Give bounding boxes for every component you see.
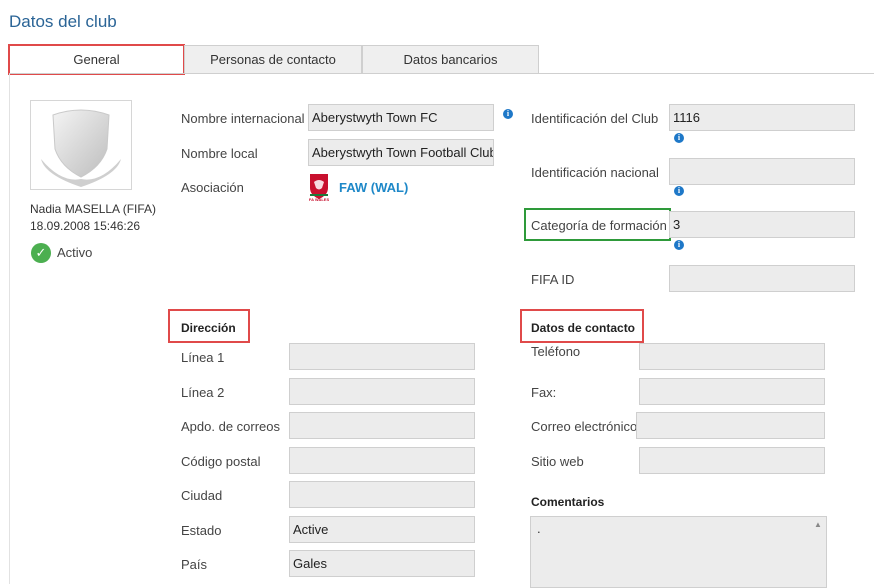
training-category-label: Categoría de formación bbox=[531, 218, 667, 233]
tab-general[interactable]: General bbox=[9, 45, 184, 74]
panel-border bbox=[9, 74, 10, 584]
address-line2-label: Línea 2 bbox=[181, 385, 225, 400]
address-line1-label: Línea 1 bbox=[181, 350, 225, 365]
club-id-field[interactable]: 1116 bbox=[669, 104, 855, 131]
association-label: Asociación bbox=[181, 180, 244, 195]
email-field[interactable] bbox=[636, 412, 825, 439]
tab-contact-persons[interactable]: Personas de contacto bbox=[184, 45, 362, 74]
contact-section-title: Datos de contacto bbox=[531, 321, 636, 335]
fifa-id-field[interactable] bbox=[669, 265, 855, 292]
tab-bank-data-label: Datos bancarios bbox=[403, 52, 498, 67]
tab-general-label: General bbox=[73, 52, 120, 67]
local-name-label: Nombre local bbox=[181, 146, 258, 161]
address-line1-field[interactable] bbox=[289, 343, 475, 370]
info-icon[interactable]: i bbox=[674, 133, 684, 143]
info-icon[interactable]: i bbox=[674, 240, 684, 250]
shield-icon bbox=[41, 109, 121, 187]
fax-label: Fax: bbox=[531, 385, 557, 400]
club-id-label: Identificación del Club bbox=[531, 111, 659, 126]
country-field[interactable]: Gales bbox=[289, 550, 475, 577]
city-field[interactable] bbox=[289, 481, 475, 508]
country-label: País bbox=[181, 557, 208, 572]
international-name-label: Nombre internacional bbox=[181, 111, 305, 126]
scroll-up-arrow-icon[interactable]: ▲ bbox=[811, 518, 825, 532]
postal-code-label: Código postal bbox=[181, 454, 261, 469]
info-icon[interactable]: i bbox=[674, 186, 684, 196]
website-field[interactable] bbox=[639, 447, 825, 474]
tab-bar-divider bbox=[9, 73, 874, 74]
state-field[interactable]: Active bbox=[289, 516, 475, 543]
address-line2-field[interactable] bbox=[289, 378, 475, 405]
comments-value: . bbox=[537, 521, 541, 536]
city-label: Ciudad bbox=[181, 488, 223, 503]
postal-code-field[interactable] bbox=[289, 447, 475, 474]
status-label: Activo bbox=[57, 245, 93, 260]
page-title: Datos del club bbox=[9, 12, 117, 31]
national-id-label: Identificación nacional bbox=[531, 165, 659, 180]
comments-textarea[interactable]: . ▲ bbox=[530, 516, 827, 588]
po-box-field[interactable] bbox=[289, 412, 475, 439]
association-logo-caption: FA WALES bbox=[308, 197, 330, 202]
checkmark-icon: ✓ bbox=[31, 243, 51, 263]
fax-field[interactable] bbox=[639, 378, 825, 405]
international-name-field[interactable]: Aberystwyth Town FC bbox=[308, 104, 494, 131]
phone-field[interactable] bbox=[639, 343, 825, 370]
tab-contact-persons-label: Personas de contacto bbox=[210, 52, 336, 67]
phone-label: Teléfono bbox=[531, 344, 581, 359]
comments-label: Comentarios bbox=[531, 495, 605, 509]
address-section-title: Dirección bbox=[181, 321, 236, 335]
modified-at: 18.09.2008 15:46:26 bbox=[30, 219, 141, 233]
association-link[interactable]: FAW (WAL) bbox=[339, 180, 408, 195]
po-box-label: Apdo. de correos bbox=[181, 419, 281, 434]
local-name-field[interactable]: Aberystwyth Town Football Club bbox=[308, 139, 494, 166]
fifa-id-label: FIFA ID bbox=[531, 272, 575, 287]
training-category-field[interactable]: 3 bbox=[669, 211, 855, 238]
national-id-field[interactable] bbox=[669, 158, 855, 185]
email-label: Correo electrónico bbox=[531, 419, 638, 434]
modified-by: Nadia MASELLA (FIFA) bbox=[30, 202, 157, 216]
website-label: Sitio web bbox=[531, 454, 584, 469]
tab-bank-data[interactable]: Datos bancarios bbox=[362, 45, 539, 74]
info-icon[interactable]: i bbox=[503, 109, 513, 119]
state-label: Estado bbox=[181, 523, 222, 538]
club-logo bbox=[30, 100, 132, 190]
